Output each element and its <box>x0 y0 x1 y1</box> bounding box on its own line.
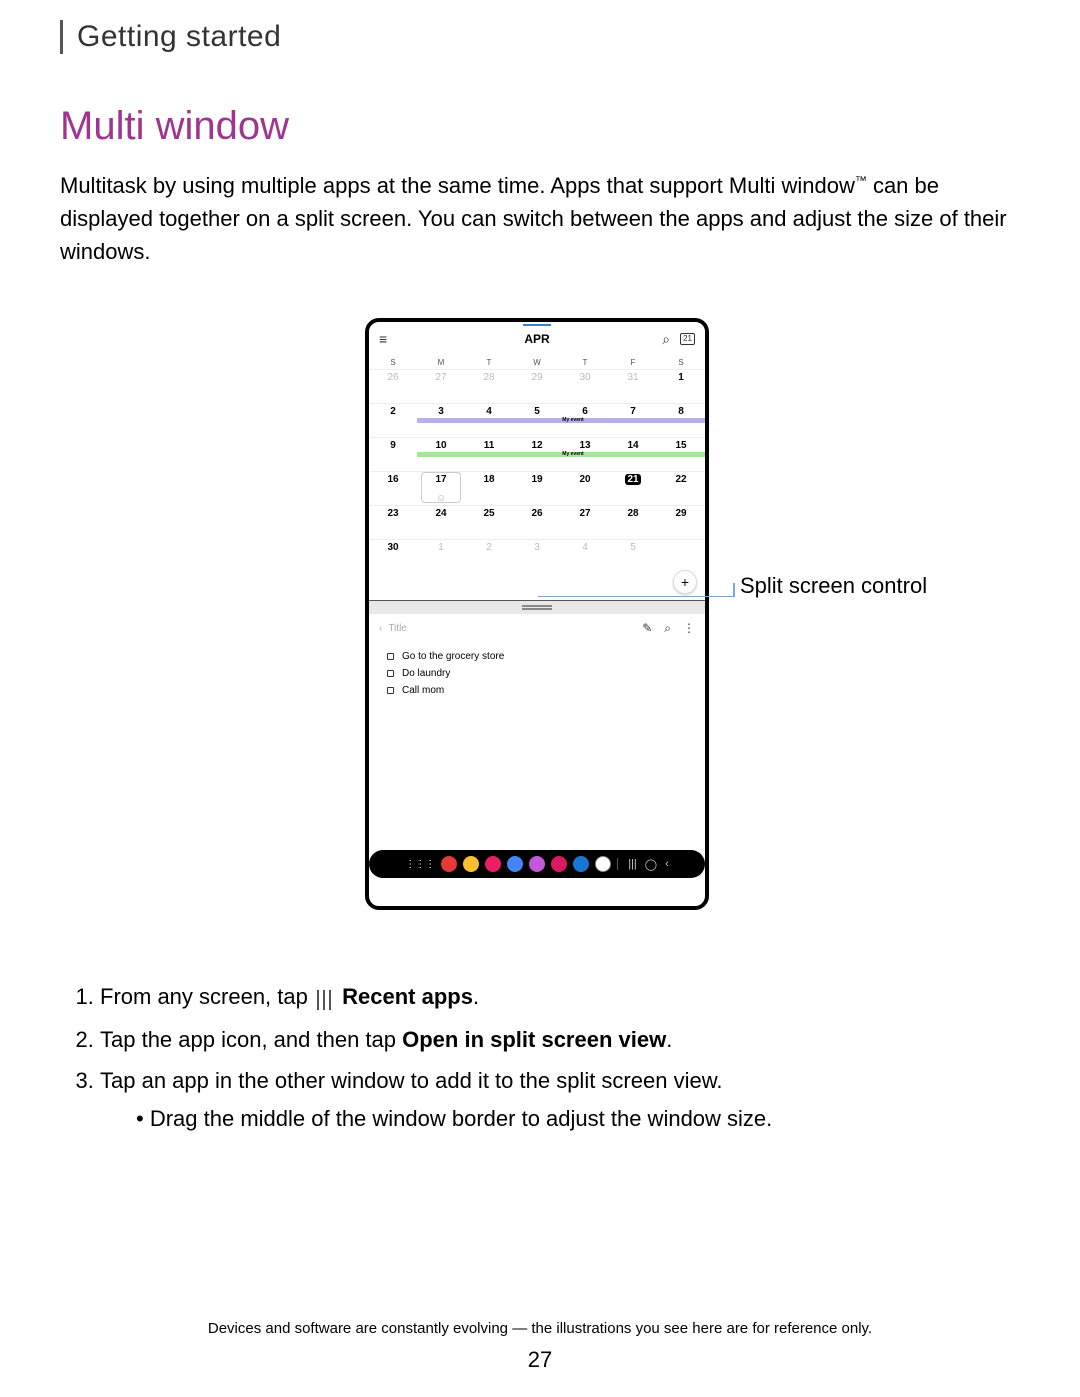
calendar-cell[interactable]: 16 <box>369 472 417 506</box>
back-icon[interactable]: ‹ <box>379 623 382 634</box>
note-title-placeholder: Title <box>388 623 407 634</box>
calendar-day-header: T <box>561 356 609 370</box>
menu-icon[interactable]: ≡ <box>379 331 387 347</box>
calendar-cell[interactable]: 3My event <box>417 404 465 438</box>
page-number: 27 <box>0 1347 1080 1373</box>
callout-line <box>733 583 735 584</box>
notes-pane: ‹ Title ✎ ⌕ ⋮ Go to the grocery storeDo … <box>369 614 705 878</box>
step-2: Tap the app icon, and then tap Open in s… <box>100 1021 1020 1058</box>
calendar-day-header: W <box>513 356 561 370</box>
home-icon[interactable]: ◯ <box>645 858 657 871</box>
footer-note: Devices and software are constantly evol… <box>0 1320 1080 1337</box>
calendar-cell[interactable]: 10My event <box>417 438 465 472</box>
dock-app-icon[interactable] <box>441 856 457 872</box>
breadcrumb-text: Getting started <box>77 20 1020 54</box>
calendar-cell[interactable]: 28 <box>609 506 657 540</box>
calendar-cell[interactable]: 19 <box>513 472 561 506</box>
calendar-cell[interactable]: 26 <box>513 506 561 540</box>
calendar-month: APR <box>369 332 705 346</box>
today-icon[interactable]: 21 <box>680 333 695 345</box>
search-icon[interactable]: ⌕ <box>662 331 670 348</box>
callout-label: Split screen control <box>740 573 927 599</box>
calendar-cell[interactable]: 1 <box>657 370 705 404</box>
calendar-day-header: M <box>417 356 465 370</box>
calendar-cell[interactable]: 2 <box>369 404 417 438</box>
checklist-item[interactable]: Go to the grocery store <box>387 648 687 665</box>
drag-handle-icon[interactable] <box>522 605 552 610</box>
calendar-day-header: S <box>657 356 705 370</box>
calendar-cell[interactable]: 27 <box>417 370 465 404</box>
calendar-cell[interactable]: 30 <box>369 540 417 574</box>
checkbox-icon[interactable] <box>387 687 394 694</box>
dock-app-icon[interactable] <box>529 856 545 872</box>
calendar-day-header: F <box>609 356 657 370</box>
navigation-bar: ⋮⋮⋮ ||| ◯ ‹ <box>369 850 705 878</box>
calendar-cell[interactable]: 31 <box>609 370 657 404</box>
step-3: Tap an app in the other window to add it… <box>100 1062 1020 1137</box>
checklist-item[interactable]: Call mom <box>387 682 687 699</box>
calendar-cell[interactable]: 3 <box>513 540 561 574</box>
calendar-cell[interactable]: 29 <box>513 370 561 404</box>
calendar-cell[interactable]: 2 <box>465 540 513 574</box>
callout-line <box>733 583 735 597</box>
dock-app-icon[interactable] <box>573 856 589 872</box>
instruction-steps: From any screen, tap Recent apps. Tap th… <box>60 978 1020 1137</box>
add-event-button[interactable]: + <box>673 570 697 594</box>
calendar-cell[interactable]: 17☺ <box>417 472 465 506</box>
dock-app-icon[interactable] <box>551 856 567 872</box>
callout-line <box>538 596 734 597</box>
intro-paragraph: Multitask by using multiple apps at the … <box>60 169 1020 268</box>
calendar-cell[interactable]: 1 <box>417 540 465 574</box>
calendar-cell[interactable]: 5 <box>609 540 657 574</box>
edit-icon[interactable]: ✎ <box>642 621 652 635</box>
checkbox-icon[interactable] <box>387 670 394 677</box>
dock-app-icon[interactable] <box>463 856 479 872</box>
page-title: Multi window <box>60 104 1020 149</box>
illustration: ≡ APR ⌕ 21 SMTWTFS 262728293031123My eve… <box>60 318 1020 938</box>
calendar-cell[interactable]: 28 <box>465 370 513 404</box>
apps-grid-icon[interactable]: ⋮⋮⋮ <box>405 859 435 870</box>
calendar-cell[interactable]: 20 <box>561 472 609 506</box>
dock-app-icon[interactable] <box>485 856 501 872</box>
recent-apps-icon <box>317 979 335 1016</box>
calendar-cell[interactable]: 29 <box>657 506 705 540</box>
calendar-cell[interactable]: 9 <box>369 438 417 472</box>
step-3-sub: Drag the middle of the window border to … <box>136 1100 1020 1137</box>
step-1: From any screen, tap Recent apps. <box>100 978 1020 1017</box>
split-divider[interactable] <box>369 600 705 614</box>
calendar-cell[interactable]: 23 <box>369 506 417 540</box>
breadcrumb: Getting started <box>60 20 1020 54</box>
calendar-cell[interactable]: 25 <box>465 506 513 540</box>
more-icon[interactable]: ⋮ <box>683 621 695 635</box>
calendar-cell[interactable]: 27 <box>561 506 609 540</box>
calendar-grid: SMTWTFS 262728293031123My event45678910M… <box>369 356 705 574</box>
dock-app-icon[interactable] <box>507 856 523 872</box>
calendar-cell[interactable]: 21 <box>609 472 657 506</box>
calendar-cell[interactable]: 18 <box>465 472 513 506</box>
calendar-cell[interactable]: 4 <box>561 540 609 574</box>
checklist: Go to the grocery storeDo laundryCall mo… <box>369 642 705 705</box>
calendar-cell[interactable]: 24 <box>417 506 465 540</box>
calendar-day-header: T <box>465 356 513 370</box>
recents-icon[interactable]: ||| <box>628 858 637 870</box>
calendar-cell[interactable]: 26 <box>369 370 417 404</box>
calendar-cell[interactable]: 30 <box>561 370 609 404</box>
calendar-day-header: S <box>369 356 417 370</box>
calendar-pane: ≡ APR ⌕ 21 SMTWTFS 262728293031123My eve… <box>369 322 705 600</box>
search-icon[interactable]: ⌕ <box>664 621 671 636</box>
phone-mockup: ≡ APR ⌕ 21 SMTWTFS 262728293031123My eve… <box>365 318 709 910</box>
calendar-cell[interactable]: 22 <box>657 472 705 506</box>
checkbox-icon[interactable] <box>387 653 394 660</box>
back-icon[interactable]: ‹ <box>665 858 669 870</box>
calendar-cell[interactable] <box>657 540 705 574</box>
checklist-item[interactable]: Do laundry <box>387 665 687 682</box>
dock-app-icon[interactable] <box>595 856 611 872</box>
